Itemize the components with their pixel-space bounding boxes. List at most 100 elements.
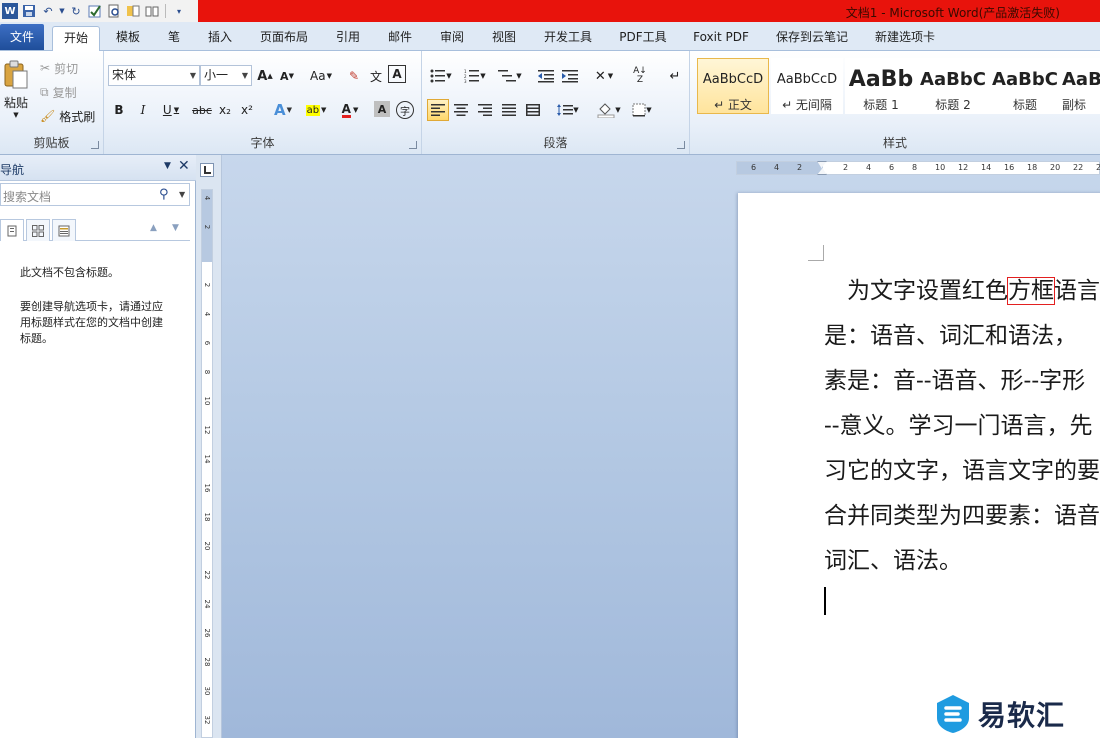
indent-marker-icon[interactable] — [817, 161, 827, 175]
book-icon[interactable] — [144, 3, 160, 19]
paste-dropdown-icon[interactable]: ▼ — [13, 111, 18, 119]
chinese-layout-button[interactable]: ✕ ▼ — [590, 67, 618, 85]
shading-button[interactable]: ▼ — [594, 101, 624, 119]
cut-label: 剪切 — [54, 61, 79, 76]
show-marks-button[interactable]: ↵ — [666, 67, 684, 85]
multilevel-list-button[interactable]: ▼ — [496, 67, 524, 85]
tab-file[interactable]: 文件 — [0, 24, 44, 50]
copy-button[interactable]: ⧉ 复制 — [40, 83, 77, 101]
paste-button[interactable]: 粘贴 ▼ — [2, 55, 30, 123]
align-center-button[interactable] — [452, 101, 470, 119]
tab-selector-icon[interactable] — [200, 163, 214, 177]
style-heading-1[interactable]: AaBb 标题 1 — [845, 58, 917, 114]
nav-tab-headings[interactable] — [0, 219, 24, 241]
horizontal-ruler[interactable]: 64224681012141618202224 — [736, 161, 1100, 175]
style-title[interactable]: AaBbC 标题 — [989, 58, 1061, 114]
align-left-button[interactable] — [427, 99, 449, 121]
change-case-button[interactable]: Aa ▼ — [308, 67, 334, 85]
format-painter-button[interactable]: 🖌 格式刷 — [40, 107, 95, 125]
tab-review[interactable]: 审阅 — [432, 26, 472, 51]
text-effects-button[interactable]: A ▼ — [270, 101, 296, 119]
highlight-button[interactable]: ab ▼ — [302, 101, 330, 119]
tab-foxit-pdf[interactable]: Foxit PDF — [688, 26, 754, 51]
char-shading-button[interactable]: A — [374, 101, 390, 117]
shrink-font-button[interactable]: A ▼ — [278, 67, 296, 85]
font-color-button[interactable]: A ▼ — [336, 101, 364, 119]
tab-page-layout[interactable]: 页面布局 — [254, 26, 314, 51]
numbering-button[interactable]: 1 2 3 ▼ — [462, 67, 488, 85]
nav-next-icon[interactable]: ▼ — [172, 223, 179, 233]
sort-button[interactable]: A↓ Z — [630, 67, 650, 85]
nav-tab-results[interactable] — [52, 219, 76, 241]
strikethrough-button[interactable]: abc — [190, 101, 214, 119]
document-page[interactable]: 为文字设置红色方框语言 是：语音、词汇和语法， 素是：音--语音、形--字形 -… — [738, 193, 1100, 738]
italic-icon: I — [140, 103, 146, 117]
clipboard-launcher-icon[interactable] — [91, 141, 99, 149]
tab-references[interactable]: 引用 — [328, 26, 368, 51]
ribbon-tabs: 文件 开始 模板 笔 插入 页面布局 引用 邮件 审阅 视图 开发工具 PDF工… — [0, 22, 1100, 51]
char-border-button[interactable]: A — [388, 65, 406, 83]
underline-button[interactable]: U ▼ — [158, 101, 184, 119]
tab-view[interactable]: 视图 — [484, 26, 524, 51]
style-normal[interactable]: AaBbCcD ↵ 正文 — [697, 58, 769, 114]
redo-icon[interactable]: ↻ — [68, 3, 84, 19]
customize-qat-icon[interactable]: ▾ — [171, 3, 187, 19]
word-icon[interactable]: W — [2, 3, 18, 19]
font-name-dropdown[interactable]: 宋体 ▼ — [108, 65, 200, 86]
font-size-dropdown[interactable]: 小一 ▼ — [200, 65, 252, 86]
tab-developer[interactable]: 开发工具 — [538, 26, 598, 51]
cut-button[interactable]: ✂ 剪切 — [40, 59, 78, 77]
vertical-ruler[interactable]: 4 2 2 4 6 8 10 12 14 16 18 20 22 24 26 28 30 32 — [201, 189, 213, 738]
borders-button[interactable]: ▼ — [628, 101, 656, 119]
tab-save-cloud-note[interactable]: 保存到云笔记 — [770, 26, 854, 51]
tab-insert[interactable]: 插入 — [200, 26, 240, 51]
style-subtitle-sample: AaB — [1062, 69, 1100, 90]
format-icon[interactable] — [125, 3, 141, 19]
style-heading-2[interactable]: AaBbC 标题 2 — [917, 58, 989, 114]
print-preview-icon[interactable] — [106, 3, 122, 19]
svg-text:3: 3 — [464, 79, 467, 83]
justify-button[interactable] — [500, 101, 518, 119]
enclose-char-button[interactable]: 字 — [396, 101, 414, 119]
grow-font-button[interactable]: A ▲ — [256, 67, 274, 85]
ruler-tick-label: 2 — [203, 282, 211, 288]
bold-button[interactable]: B — [110, 101, 128, 119]
bullets-button[interactable]: ▼ — [428, 67, 454, 85]
font-launcher-icon[interactable] — [409, 141, 417, 149]
undo-icon[interactable]: ↶ — [40, 3, 56, 19]
save-icon[interactable] — [21, 3, 37, 19]
superscript-button[interactable]: x² — [238, 101, 256, 119]
check-icon[interactable] — [87, 3, 103, 19]
tab-mailings[interactable]: 邮件 — [380, 26, 420, 51]
search-options-icon[interactable]: ▼ — [179, 190, 185, 199]
subscript-button[interactable]: x₂ — [216, 101, 234, 119]
tab-pdf-tools[interactable]: PDF工具 — [612, 26, 674, 51]
paragraph-launcher-icon[interactable] — [677, 141, 685, 149]
nav-search-input[interactable]: 搜索文档 ⚲ ▼ — [0, 183, 190, 206]
tab-pen[interactable]: 笔 — [160, 26, 188, 51]
nav-options-icon[interactable]: ▼ — [164, 161, 171, 171]
decrease-indent-button[interactable] — [536, 67, 556, 85]
style-no-spacing[interactable]: AaBbCcD ↵ 无间隔 — [771, 58, 843, 114]
brush-icon: 🖌 — [40, 109, 56, 123]
line-spacing-button[interactable]: ▼ — [554, 101, 582, 119]
ruler-tick-label: 6 — [203, 340, 211, 346]
italic-button[interactable]: I — [134, 101, 152, 119]
document-body[interactable]: 为文字设置红色方框语言 是：语音、词汇和语法， 素是：音--语音、形--字形 -… — [824, 269, 1100, 584]
clipboard-group: 粘贴 ▼ ✂ 剪切 ⧉ 复制 🖌 格式刷 剪贴板 — [0, 51, 104, 154]
tab-new-tab[interactable]: 新建选项卡 — [870, 26, 940, 51]
nav-tab-pages[interactable] — [26, 219, 50, 241]
phonetic-guide-button[interactable]: 文 — [366, 67, 386, 85]
distributed-button[interactable] — [524, 101, 542, 119]
undo-dropdown-icon[interactable]: ▼ — [59, 3, 65, 19]
ruler-tick-label: 8 — [912, 163, 918, 172]
nav-prev-icon[interactable]: ▲ — [150, 223, 157, 233]
close-icon[interactable]: ✕ — [178, 158, 190, 174]
clear-format-button[interactable]: ✎ — [344, 67, 364, 85]
tab-template[interactable]: 模板 — [108, 26, 148, 51]
increase-indent-button[interactable] — [560, 67, 580, 85]
search-icon[interactable]: ⚲ — [159, 187, 169, 202]
style-subtitle[interactable]: AaB 副标 — [1061, 58, 1100, 114]
tab-home[interactable]: 开始 — [52, 26, 100, 51]
align-right-button[interactable] — [476, 101, 494, 119]
